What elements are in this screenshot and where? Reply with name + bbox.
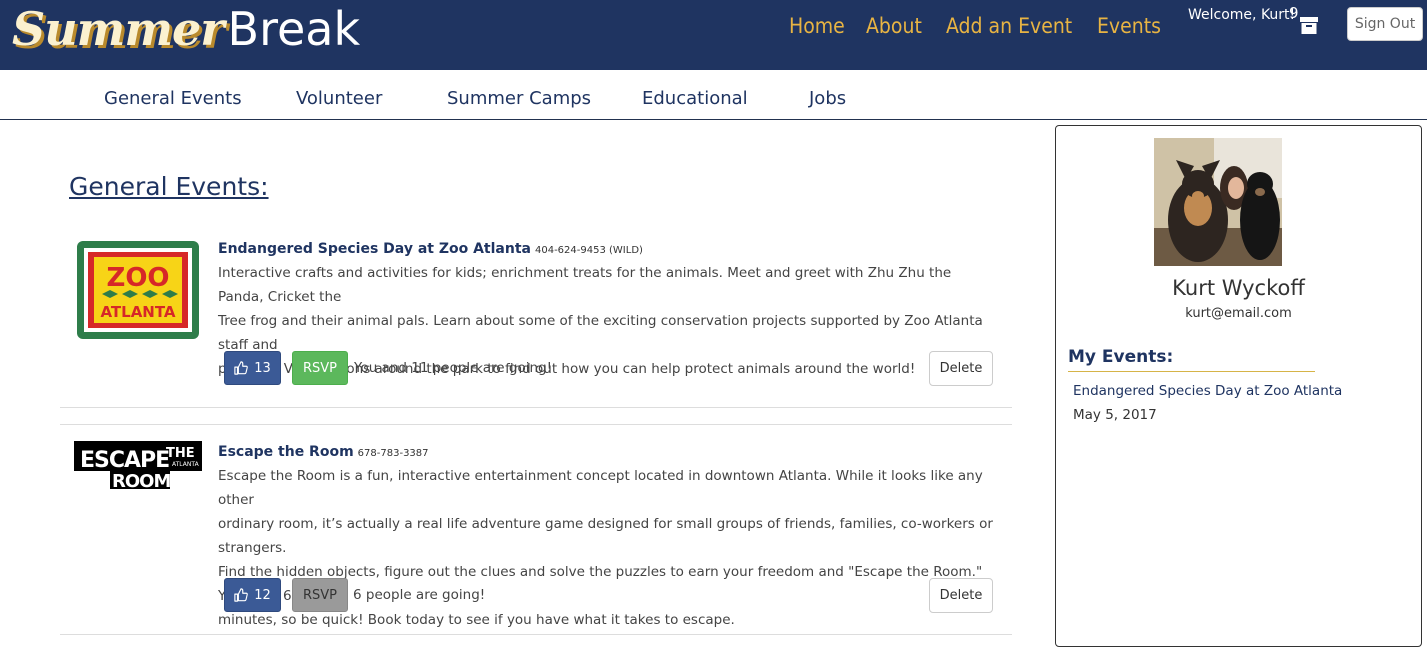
- thumbs-up-icon: [234, 588, 249, 602]
- event-logo-zoo-atlanta[interactable]: ZOO ATLANTA: [74, 238, 202, 342]
- divider: [60, 424, 1012, 425]
- description-line: Interactive crafts and activities for ki…: [218, 265, 952, 305]
- like-button[interactable]: 13: [224, 351, 281, 385]
- event-title[interactable]: Escape the Room: [218, 444, 354, 460]
- attendance-text: 6 people are going!: [353, 587, 486, 603]
- profile-panel: Kurt Wyckoff kurt@email.com My Events: E…: [1055, 125, 1422, 647]
- event-phone: 404-624-9453 (WILD): [534, 245, 643, 256]
- category-tab-volunteer[interactable]: Volunteer: [296, 88, 382, 109]
- delete-button[interactable]: Delete: [929, 578, 993, 613]
- brand-summer-text: Summer: [12, 2, 225, 56]
- rsvp-button[interactable]: RSVP: [292, 351, 348, 385]
- escape-logo-text: ESCAPE: [80, 448, 169, 473]
- nav-add-event-link[interactable]: Add an Event: [946, 14, 1072, 38]
- nav-home-link[interactable]: Home: [789, 14, 845, 38]
- sign-out-button[interactable]: Sign Out: [1347, 7, 1423, 41]
- like-count: 13: [254, 360, 271, 376]
- profile-email: kurt@email.com: [1185, 306, 1292, 321]
- nav-about-link[interactable]: About: [866, 14, 922, 38]
- profile-name: Kurt Wyckoff: [1172, 276, 1305, 300]
- description-line: ordinary room, it’s actually a real life…: [218, 516, 993, 556]
- my-events-heading: My Events:: [1068, 347, 1315, 372]
- my-event-date: May 5, 2017: [1073, 407, 1157, 423]
- divider: [60, 634, 1012, 635]
- atlanta-logo-text: ATLANTA: [100, 303, 175, 321]
- category-tab-summer-camps[interactable]: Summer Camps: [447, 88, 591, 109]
- the-logo-text: THE: [166, 446, 195, 461]
- zoo-logo-text: ZOO: [106, 263, 169, 293]
- event-title-row: Endangered Species Day at Zoo Atlanta 404…: [218, 241, 643, 257]
- atlanta-small-logo-text: ATLANTA: [172, 461, 200, 468]
- nav-events-link[interactable]: Events: [1097, 14, 1161, 38]
- welcome-text: Welcome, Kurt!: [1188, 7, 1296, 23]
- category-tab-educational[interactable]: Educational: [642, 88, 748, 109]
- room-logo-text: ROOM: [112, 471, 170, 491]
- description-line: Escape the Room is a fun, interactive en…: [218, 468, 983, 508]
- page-title: General Events:: [69, 172, 269, 201]
- category-tab-jobs[interactable]: Jobs: [809, 88, 846, 109]
- event-title-row: Escape the Room 678-783-3387: [218, 444, 429, 460]
- divider: [60, 407, 1012, 408]
- thumbs-up-icon: [234, 361, 249, 375]
- rsvp-button[interactable]: RSVP: [292, 578, 348, 612]
- event-phone: 678-783-3387: [357, 448, 429, 459]
- description-line: Tree frog and their animal pals. Learn a…: [218, 313, 983, 353]
- like-button[interactable]: 12: [224, 578, 281, 612]
- event-logo-escape-the-room[interactable]: ESCAPE THE ATLANTA ROOM: [74, 441, 202, 491]
- delete-button[interactable]: Delete: [929, 351, 993, 386]
- event-title[interactable]: Endangered Species Day at Zoo Atlanta: [218, 241, 531, 257]
- attendance-text: You and 11 people are going!: [354, 360, 553, 376]
- profile-avatar[interactable]: [1154, 138, 1282, 266]
- brand-logo[interactable]: Summer Break: [12, 2, 360, 62]
- category-tab-general-events[interactable]: General Events: [104, 88, 242, 109]
- top-navbar: Summer Break Home About Add an Event Eve…: [0, 0, 1427, 70]
- notification-count: 9: [1289, 4, 1299, 22]
- my-event-link[interactable]: Endangered Species Day at Zoo Atlanta: [1073, 383, 1342, 399]
- brand-break-text: Break: [227, 2, 361, 56]
- archive-icon[interactable]: [1300, 17, 1318, 34]
- category-nav: General Events Volunteer Summer Camps Ed…: [0, 70, 1427, 120]
- like-count: 12: [254, 587, 271, 603]
